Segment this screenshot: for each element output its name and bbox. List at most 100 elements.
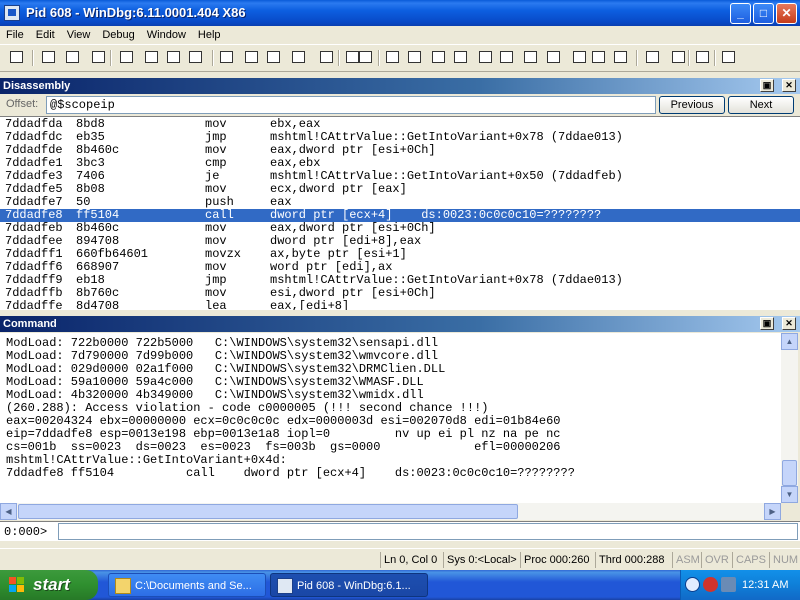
source-mode-on-icon[interactable]	[644, 49, 662, 67]
toolbar-separator	[378, 50, 380, 66]
scroll-left-icon[interactable]: ◀	[0, 503, 17, 520]
restart-icon[interactable]	[243, 49, 261, 67]
taskbar-item-windbg[interactable]: Pid 608 - WinDbg:6.1...	[270, 573, 428, 597]
scroll-thumb[interactable]	[18, 504, 518, 519]
menu-bar: File Edit View Debug Window Help	[0, 26, 800, 44]
windows-flag-icon	[9, 577, 25, 593]
copy-icon[interactable]	[64, 49, 82, 67]
hand-icon[interactable]	[406, 49, 424, 67]
offset-bar: Offset: @$scopeip Previous Next	[0, 95, 800, 115]
tray-chevron-icon[interactable]	[685, 577, 700, 592]
toolbar-separator	[688, 50, 690, 66]
pane-close-icon[interactable]: ✕	[782, 79, 796, 92]
command-input[interactable]	[58, 523, 798, 540]
command-window-icon[interactable]	[430, 49, 448, 67]
menu-debug[interactable]: Debug	[96, 26, 140, 44]
command-vertical-scrollbar[interactable]: ▲ ▼	[781, 333, 798, 503]
status-ln-col: Ln 0, Col 0	[380, 552, 446, 568]
window-title: Pid 608 - WinDbg:6.11.0001.404 X86	[26, 5, 246, 20]
status-proc: Proc 000:260	[520, 552, 598, 568]
disasm-addr: 7ddadffe	[5, 299, 63, 311]
disassembly-pane-header[interactable]: Disassembly ▣ ✕	[0, 78, 800, 94]
break-icon[interactable]	[265, 49, 283, 67]
toolbar-separator	[212, 50, 214, 66]
options-icon[interactable]	[720, 49, 738, 67]
scroll-up-icon[interactable]: ▲	[781, 333, 798, 350]
title-bar[interactable]: Pid 608 - WinDbg:6.11.0001.404 X86 _ □ ✕	[0, 0, 800, 26]
disassembly-listing[interactable]: 7ddadfda 8bd8 mov ebx,eax 7ddadfdc eb35 jmp msh…	[0, 116, 800, 310]
menu-help[interactable]: Help	[192, 26, 227, 44]
disassembly-row[interactable]: 7ddadfde 8b460c mov eax,dword ptr [esi+0Ch]	[0, 144, 800, 157]
toolbar-separator	[636, 50, 638, 66]
maximize-button[interactable]: □	[753, 3, 774, 24]
taskbar-item-explorer[interactable]: C:\Documents and Se...	[108, 573, 266, 597]
command-output-line: 7ddadfe8 ff5104 call dword ptr [ecx+4] d…	[6, 466, 575, 480]
status-sys: Sys 0:<Local>	[443, 552, 523, 568]
toolbar-separator	[32, 50, 34, 66]
pane-close-icon[interactable]: ✕	[782, 317, 796, 330]
next-button[interactable]: Next	[728, 96, 794, 114]
clock[interactable]: 12:31 AM	[742, 570, 788, 600]
source-mode-icon[interactable]	[384, 49, 402, 67]
processes-icon[interactable]	[612, 49, 630, 67]
folder-icon	[115, 578, 131, 594]
menu-window[interactable]: Window	[141, 26, 192, 44]
menu-file[interactable]: File	[0, 26, 30, 44]
windbg-app-icon[interactable]	[4, 5, 20, 21]
step-out-source-icon[interactable]	[357, 49, 375, 67]
start-label: start	[33, 575, 70, 594]
toolbar	[0, 44, 800, 72]
watch-window-icon[interactable]	[452, 49, 470, 67]
network-icon[interactable]	[721, 577, 736, 592]
memory-window-icon[interactable]	[522, 49, 540, 67]
command-title: Command	[3, 318, 57, 330]
disassembly-row[interactable]: 7ddadffb 8b760c mov esi,dword ptr [esi+0Ch]	[0, 287, 800, 300]
open-icon[interactable]	[8, 49, 26, 67]
taskbar: start C:\Documents and Se... Pid 608 - W…	[0, 570, 800, 600]
pane-menu-icon[interactable]: ▣	[760, 79, 774, 92]
command-pane-header[interactable]: Command ▣ ✕	[0, 316, 800, 332]
registers-window-icon[interactable]	[498, 49, 516, 67]
status-asm: ASM	[672, 552, 704, 568]
scroll-right-icon[interactable]: ▶	[764, 503, 781, 520]
disassembly-row[interactable]: 7ddadff1 660fb64601 movzx ax,byte ptr [esi+…	[0, 248, 800, 261]
hex-display-icon[interactable]	[670, 49, 688, 67]
locals-window-icon[interactable]	[477, 49, 495, 67]
cut-icon[interactable]	[40, 49, 58, 67]
status-ovr: OVR	[701, 552, 735, 568]
scroll-down-icon[interactable]: ▼	[781, 486, 798, 503]
start-button[interactable]: start	[0, 570, 98, 600]
security-alert-icon[interactable]	[703, 577, 718, 592]
offset-input[interactable]: @$scopeip	[46, 96, 656, 114]
step-over-icon[interactable]	[143, 49, 161, 67]
step-in-source-icon[interactable]	[318, 49, 336, 67]
toolbar-separator	[110, 50, 112, 66]
command-output[interactable]: ModLoad: 722b0000 722b5000 C:\WINDOWS\sy…	[0, 333, 781, 503]
disassembly-icon[interactable]	[571, 49, 589, 67]
call-stack-icon[interactable]	[545, 49, 563, 67]
menu-view[interactable]: View	[61, 26, 97, 44]
disasm-op: lea	[205, 299, 227, 311]
menu-edit[interactable]: Edit	[30, 26, 61, 44]
close-button[interactable]: ✕	[776, 3, 797, 24]
toolbar-separator	[714, 50, 716, 66]
paste-icon[interactable]	[90, 49, 108, 67]
disassembly-row[interactable]: 7ddadfe5 8b08 mov ecx,dword ptr [eax]	[0, 183, 800, 196]
step-into-icon[interactable]	[118, 49, 136, 67]
stop-icon[interactable]	[290, 49, 308, 67]
status-caps: CAPS	[732, 552, 772, 568]
scratch-pad-icon[interactable]	[590, 49, 608, 67]
scroll-thumb[interactable]	[782, 460, 797, 486]
command-horizontal-scrollbar[interactable]: ◀ ▶	[0, 503, 781, 520]
step-out-icon[interactable]	[165, 49, 183, 67]
run-to-cursor-icon[interactable]	[187, 49, 205, 67]
font-icon[interactable]	[694, 49, 712, 67]
previous-button[interactable]: Previous	[659, 96, 725, 114]
disassembly-row[interactable]: 7ddadffe 8d4708 lea eax,[edi+8]	[0, 299, 800, 311]
minimize-button[interactable]: _	[730, 3, 751, 24]
disasm-bytes: 8d4708	[76, 299, 120, 311]
go-icon[interactable]	[218, 49, 236, 67]
offset-label: Offset:	[6, 98, 39, 110]
pane-menu-icon[interactable]: ▣	[760, 317, 774, 330]
windbg-icon	[277, 578, 293, 594]
